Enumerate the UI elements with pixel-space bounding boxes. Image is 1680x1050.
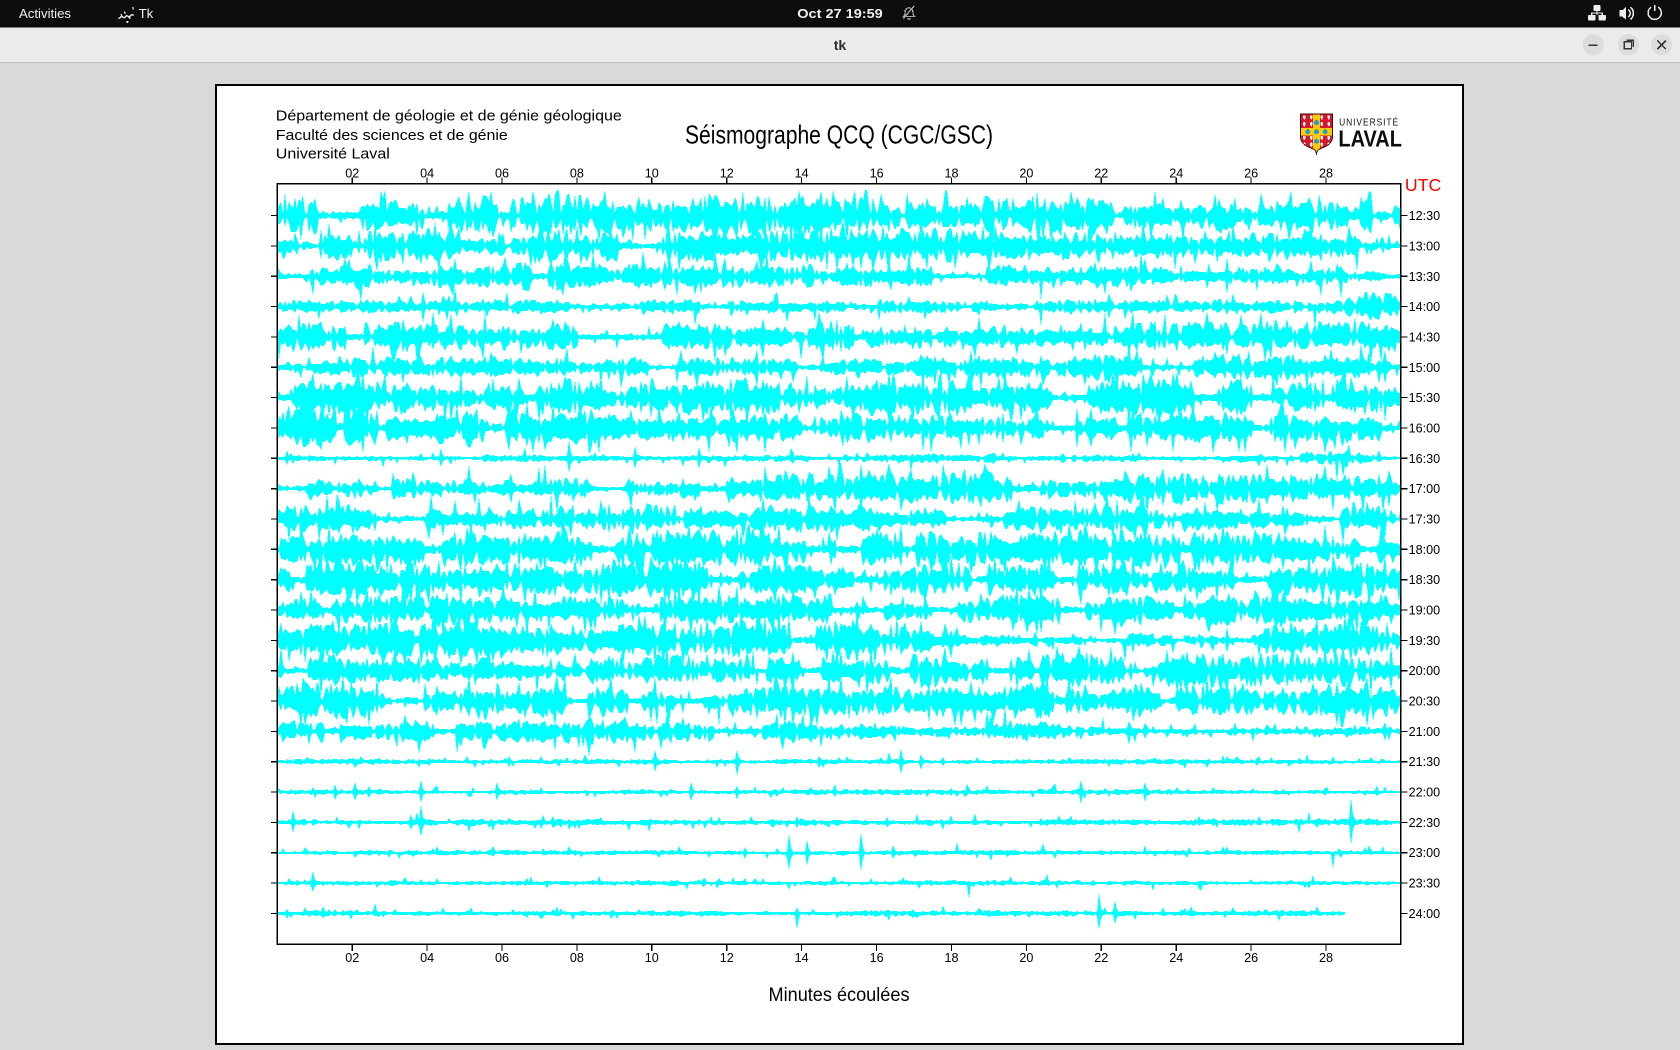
svg-text:Université Laval: Université Laval	[276, 147, 390, 163]
svg-text:14:00: 14:00	[1409, 300, 1441, 314]
svg-text:17:00: 17:00	[1409, 482, 1441, 496]
svg-text:20: 20	[1019, 166, 1033, 180]
svg-text:16: 16	[870, 166, 884, 180]
svg-text:15:00: 15:00	[1409, 361, 1441, 375]
svg-text:21:00: 21:00	[1409, 725, 1441, 739]
svg-text:10: 10	[645, 951, 659, 965]
svg-text:16:30: 16:30	[1409, 452, 1441, 466]
svg-text:22:30: 22:30	[1409, 816, 1441, 830]
svg-text:24:00: 24:00	[1409, 907, 1441, 921]
svg-text:08: 08	[570, 166, 584, 180]
svg-text:26: 26	[1244, 166, 1258, 180]
svg-text:Activities: Activities	[19, 6, 71, 21]
svg-text:22:00: 22:00	[1409, 786, 1441, 800]
svg-text:UTC: UTC	[1405, 175, 1442, 195]
svg-text:Oct 27 19:59: Oct 27 19:59	[797, 6, 883, 21]
svg-text:12:30: 12:30	[1409, 209, 1441, 223]
svg-text:Tk: Tk	[139, 6, 154, 21]
svg-text:24: 24	[1169, 951, 1183, 965]
svg-text:20: 20	[1019, 951, 1033, 965]
svg-text:21:30: 21:30	[1409, 755, 1441, 769]
svg-text:12: 12	[720, 166, 734, 180]
svg-text:10: 10	[645, 166, 659, 180]
svg-text:26: 26	[1244, 951, 1258, 965]
svg-text:28: 28	[1319, 951, 1333, 965]
svg-text:04: 04	[420, 166, 434, 180]
svg-text:22: 22	[1094, 166, 1108, 180]
svg-text:16:00: 16:00	[1409, 422, 1441, 436]
svg-text:18: 18	[944, 951, 958, 965]
svg-text:04: 04	[420, 951, 434, 965]
svg-text:19:00: 19:00	[1409, 604, 1441, 618]
svg-text:02: 02	[345, 951, 359, 965]
svg-text:14:30: 14:30	[1409, 331, 1441, 345]
svg-text:LAVAL: LAVAL	[1338, 126, 1402, 152]
svg-text:12: 12	[720, 951, 734, 965]
svg-text:17:30: 17:30	[1409, 513, 1441, 527]
svg-text:20:30: 20:30	[1409, 695, 1441, 709]
svg-text:23:30: 23:30	[1409, 877, 1441, 891]
svg-text:tk: tk	[834, 38, 847, 54]
svg-text:08: 08	[570, 951, 584, 965]
svg-text:Minutes écoulées: Minutes écoulées	[769, 984, 910, 1006]
svg-text:18: 18	[944, 166, 958, 180]
svg-text:Séismographe QCQ (CGC/GSC): Séismographe QCQ (CGC/GSC)	[685, 120, 993, 150]
svg-text:22: 22	[1094, 951, 1108, 965]
svg-text:16: 16	[870, 951, 884, 965]
svg-text:20:00: 20:00	[1409, 664, 1441, 678]
svg-text:14: 14	[795, 951, 809, 965]
svg-text:02: 02	[345, 166, 359, 180]
svg-text:24: 24	[1169, 166, 1183, 180]
svg-text:15:30: 15:30	[1409, 391, 1441, 405]
svg-text:14: 14	[795, 166, 809, 180]
svg-text:18:00: 18:00	[1409, 543, 1441, 557]
svg-text:13:00: 13:00	[1409, 239, 1441, 253]
svg-text:Département de géologie et de: Département de géologie et de génie géol…	[276, 109, 622, 125]
svg-text:18:30: 18:30	[1409, 573, 1441, 587]
svg-text:28: 28	[1319, 166, 1333, 180]
svg-text:13:30: 13:30	[1409, 270, 1441, 284]
svg-text:06: 06	[495, 951, 509, 965]
svg-text:23:00: 23:00	[1409, 846, 1441, 860]
svg-text:Faculté des sciences et de gén: Faculté des sciences et de génie	[276, 128, 508, 144]
svg-text:19:30: 19:30	[1409, 634, 1441, 648]
svg-text:06: 06	[495, 166, 509, 180]
